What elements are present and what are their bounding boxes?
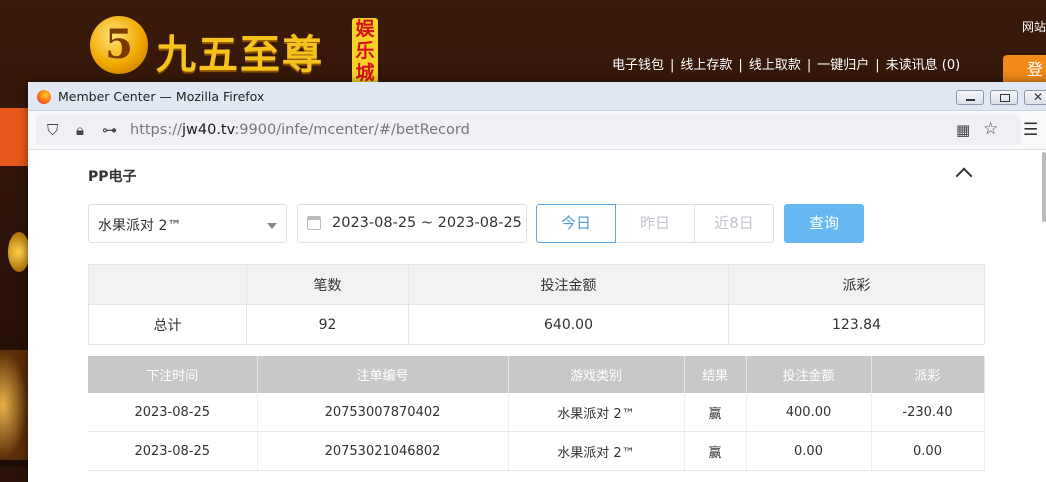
qr-code-icon[interactable]: ▦ [956,122,970,138]
yesterday-button[interactable]: 昨日 [615,204,695,243]
summary-header: 派彩 [728,264,985,305]
today-button[interactable]: 今日 [536,204,616,243]
page-content: PP电子 水果派对 2™ 2023-08-25 ~ 2023-08-25 今日 … [28,150,1046,482]
site-top-nav: 电子钱包 | 线上存款 | 线上取款 | 一键归户 | 未读讯息 (0) [612,54,960,73]
scrollbar[interactable] [1042,152,1046,222]
logo-coin-icon: 5 [90,16,148,74]
logo-text: 九五至尊 [156,31,324,78]
table-row[interactable]: 2023-08-25 20753021046802 水果派对 2™ 赢 0.00… [88,431,985,471]
decor-coin-icon [0,350,28,460]
close-icon: ✕ [1033,90,1044,104]
nav-withdraw[interactable]: 线上取款 [749,54,801,73]
summary-cell: 123.84 [728,304,985,345]
firefox-window: Member Center — Mozilla Firefox ✕ ⛉ 🔒︎ ⊶… [28,82,1046,482]
column-header[interactable]: 结果 [684,356,747,393]
date-range-picker[interactable]: 2023-08-25 ~ 2023-08-25 [297,204,527,243]
payout: 0.00 [871,431,985,471]
hamburger-menu-icon[interactable]: ☰ [1023,122,1038,139]
minimize-icon [966,99,975,101]
query-button[interactable]: 查询 [784,204,864,243]
caret-down-icon [267,223,277,229]
summary-cell: 92 [246,304,409,345]
column-header[interactable]: 投注金额 [746,356,872,393]
nav-e-wallet[interactable]: 电子钱包 [612,54,664,73]
column-header[interactable]: 注单编号 [257,356,509,393]
bet-time: 2023-08-25 [88,431,258,471]
records-header-row: 下注时间 注单编号 游戏类别 结果 投注金额 派彩 [88,356,985,393]
minimize-button[interactable] [956,90,984,105]
bet-records-table: 下注时间 注单编号 游戏类别 结果 投注金额 派彩 2023-08-25 207… [88,356,985,471]
summary-table: 笔数 投注金额 派彩 总计 92 640.00 123.84 [88,264,985,345]
nav-unread-messages[interactable]: 未读讯息 (0) [886,54,961,73]
summary-header: 投注金额 [408,264,729,305]
maximize-button[interactable] [990,90,1018,105]
table-row[interactable]: 2023-08-25 20753007870402 水果派对 2™ 赢 400.… [88,393,985,432]
window-titlebar[interactable]: Member Center — Mozilla Firefox ✕ [28,82,1046,111]
bet-time: 2023-08-25 [88,393,258,432]
payout: -230.40 [871,393,985,432]
column-header[interactable]: 游戏类别 [508,356,685,393]
maximize-icon [1000,94,1010,102]
bet-result: 赢 [684,393,747,432]
section-title: PP电子 [88,169,137,185]
game-select[interactable]: 水果派对 2™ [88,204,287,243]
summary-header: 笔数 [246,264,409,305]
url-text[interactable]: https://jw40.tv:9900/infe/mcenter/#/betR… [130,122,470,138]
column-header[interactable]: 派彩 [871,356,985,393]
chevron-up-icon[interactable] [956,166,970,180]
bet-id: 20753007870402 [257,393,509,432]
last-8-days-button[interactable]: 近8日 [694,204,774,243]
summary-cell: 总计 [88,304,247,345]
game-type: 水果派对 2™ [508,431,685,471]
summary-header-row: 笔数 投注金额 派彩 [88,264,985,305]
bet-amount: 400.00 [746,393,872,432]
summary-total-row: 总计 92 640.00 123.84 [88,304,985,345]
quick-date-buttons: 今日 昨日 近8日 [536,204,774,243]
nav-one-click-transfer[interactable]: 一键归户 [817,54,869,73]
bet-amount: 0.00 [746,431,872,471]
logo-tag: 娱 乐 城 [352,18,378,84]
bet-result: 赢 [684,431,747,471]
column-header[interactable]: 下注时间 [88,356,258,393]
summary-header [88,264,247,305]
site-corner-text[interactable]: 网站 [1022,18,1046,35]
lock-icon[interactable]: 🔒︎ [76,122,84,138]
decor-coin-icon [8,232,30,272]
url-bar: ⛉ 🔒︎ ⊶ https://jw40.tv:9900/infe/mcenter… [28,111,1046,150]
game-select-value: 水果派对 2™ [98,218,182,234]
window-title: Member Center — Mozilla Firefox [58,89,265,104]
bet-id: 20753021046802 [257,431,509,471]
firefox-icon [37,90,51,104]
nav-deposit[interactable]: 线上存款 [680,54,732,73]
tracking-shield-icon[interactable]: ⛉ [47,122,58,138]
address-field[interactable]: ⛉ 🔒︎ ⊶ https://jw40.tv:9900/infe/mcenter… [36,115,1021,145]
close-button[interactable]: ✕ [1024,90,1046,105]
date-range-value: 2023-08-25 ~ 2023-08-25 [332,215,522,231]
summary-cell: 640.00 [408,304,729,345]
login-button[interactable]: 登 [1003,55,1046,85]
side-strip [0,108,28,166]
game-type: 水果派对 2™ [508,393,685,432]
permissions-icon[interactable]: ⊶ [102,122,117,138]
calendar-icon [307,216,321,230]
bookmark-star-icon[interactable]: ☆ [983,121,998,138]
